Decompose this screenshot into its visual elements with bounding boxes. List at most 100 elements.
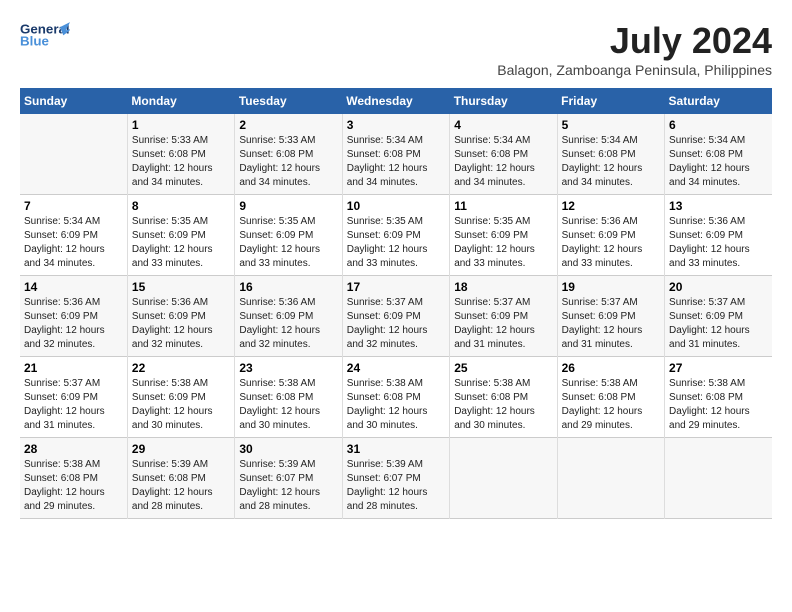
logo: General Blue: [20, 20, 70, 50]
location: Balagon, Zamboanga Peninsula, Philippine…: [497, 62, 772, 78]
day-number: 22: [132, 361, 230, 375]
calendar-week-row: 7 Sunrise: 5:34 AM Sunset: 6:09 PM Daylig…: [20, 195, 772, 276]
cell-info: Sunrise: 5:38 AM Sunset: 6:09 PM Dayligh…: [132, 377, 230, 433]
calendar-cell: 7 Sunrise: 5:34 AM Sunset: 6:09 PM Daylig…: [20, 195, 127, 276]
cell-info: Sunrise: 5:37 AM Sunset: 6:09 PM Dayligh…: [669, 296, 768, 352]
cell-info: Sunrise: 5:34 AM Sunset: 6:08 PM Dayligh…: [454, 134, 552, 190]
calendar-cell: 10 Sunrise: 5:35 AM Sunset: 6:09 PM Dayli…: [342, 195, 449, 276]
calendar-cell: [557, 438, 664, 519]
calendar-cell: 8 Sunrise: 5:35 AM Sunset: 6:09 PM Daylig…: [127, 195, 234, 276]
calendar-cell: 29 Sunrise: 5:39 AM Sunset: 6:08 PM Dayli…: [127, 438, 234, 519]
calendar-day-header: Friday: [557, 88, 664, 114]
cell-info: Sunrise: 5:35 AM Sunset: 6:09 PM Dayligh…: [132, 215, 230, 271]
calendar-cell: 19 Sunrise: 5:37 AM Sunset: 6:09 PM Dayli…: [557, 276, 664, 357]
day-number: 30: [239, 442, 337, 456]
svg-text:Blue: Blue: [20, 33, 49, 48]
page-header: General Blue July 2024 Balagon, Zamboang…: [20, 20, 772, 78]
calendar-body: 1 Sunrise: 5:33 AM Sunset: 6:08 PM Daylig…: [20, 114, 772, 519]
day-number: 21: [24, 361, 123, 375]
day-number: 13: [669, 199, 768, 213]
calendar-header-row: SundayMondayTuesdayWednesdayThursdayFrid…: [20, 88, 772, 114]
cell-info: Sunrise: 5:36 AM Sunset: 6:09 PM Dayligh…: [24, 296, 123, 352]
calendar-cell: 27Sunrise: 5:38 AM Sunset: 6:08 PM Dayli…: [665, 357, 772, 438]
calendar-cell: 21 Sunrise: 5:37 AM Sunset: 6:09 PM Dayli…: [20, 357, 127, 438]
day-number: 20: [669, 280, 768, 294]
day-number: 7: [24, 199, 123, 213]
calendar-cell: 28 Sunrise: 5:38 AM Sunset: 6:08 PM Dayli…: [20, 438, 127, 519]
calendar-cell: 17 Sunrise: 5:37 AM Sunset: 6:09 PM Dayli…: [342, 276, 449, 357]
day-number: 6: [669, 118, 768, 132]
calendar-cell: 13 Sunrise: 5:36 AM Sunset: 6:09 PM Dayli…: [665, 195, 772, 276]
calendar-table: SundayMondayTuesdayWednesdayThursdayFrid…: [20, 88, 772, 519]
cell-info: Sunrise: 5:34 AM Sunset: 6:08 PM Dayligh…: [669, 134, 768, 190]
cell-info: Sunrise: 5:37 AM Sunset: 6:09 PM Dayligh…: [24, 377, 123, 433]
cell-info: Sunrise: 5:33 AM Sunset: 6:08 PM Dayligh…: [239, 134, 337, 190]
cell-info: Sunrise: 5:34 AM Sunset: 6:09 PM Dayligh…: [24, 215, 123, 271]
day-number: 9: [239, 199, 337, 213]
cell-info: Sunrise: 5:35 AM Sunset: 6:09 PM Dayligh…: [347, 215, 445, 271]
calendar-cell: 2Sunrise: 5:33 AM Sunset: 6:08 PM Daylig…: [235, 114, 342, 195]
cell-info: Sunrise: 5:38 AM Sunset: 6:08 PM Dayligh…: [239, 377, 337, 433]
day-number: 29: [132, 442, 230, 456]
day-number: 11: [454, 199, 552, 213]
day-number: 17: [347, 280, 445, 294]
day-number: 24: [347, 361, 445, 375]
day-number: 5: [562, 118, 660, 132]
calendar-cell: 15Sunrise: 5:36 AM Sunset: 6:09 PM Dayli…: [127, 276, 234, 357]
cell-info: Sunrise: 5:38 AM Sunset: 6:08 PM Dayligh…: [454, 377, 552, 433]
calendar-cell: 31 Sunrise: 5:39 AM Sunset: 6:07 PM Dayli…: [342, 438, 449, 519]
calendar-day-header: Monday: [127, 88, 234, 114]
day-number: 26: [562, 361, 660, 375]
calendar-day-header: Saturday: [665, 88, 772, 114]
month-year: July 2024: [497, 20, 772, 62]
calendar-cell: 11 Sunrise: 5:35 AM Sunset: 6:09 PM Dayli…: [450, 195, 557, 276]
logo-icon: General Blue: [20, 20, 70, 50]
cell-info: Sunrise: 5:38 AM Sunset: 6:08 PM Dayligh…: [24, 458, 123, 514]
calendar-cell: 22 Sunrise: 5:38 AM Sunset: 6:09 PM Dayli…: [127, 357, 234, 438]
cell-info: Sunrise: 5:38 AM Sunset: 6:08 PM Dayligh…: [347, 377, 445, 433]
cell-info: Sunrise: 5:36 AM Sunset: 6:09 PM Dayligh…: [669, 215, 768, 271]
calendar-cell: 25 Sunrise: 5:38 AM Sunset: 6:08 PM Dayli…: [450, 357, 557, 438]
day-number: 3: [347, 118, 445, 132]
day-number: 28: [24, 442, 123, 456]
calendar-cell: [665, 438, 772, 519]
cell-info: Sunrise: 5:36 AM Sunset: 6:09 PM Dayligh…: [239, 296, 337, 352]
day-number: 23: [239, 361, 337, 375]
title-block: July 2024 Balagon, Zamboanga Peninsula, …: [497, 20, 772, 78]
day-number: 1: [132, 118, 230, 132]
calendar-day-header: Sunday: [20, 88, 127, 114]
cell-info: Sunrise: 5:37 AM Sunset: 6:09 PM Dayligh…: [454, 296, 552, 352]
day-number: 19: [562, 280, 660, 294]
calendar-cell: 20 Sunrise: 5:37 AM Sunset: 6:09 PM Dayli…: [665, 276, 772, 357]
calendar-day-header: Tuesday: [235, 88, 342, 114]
calendar-cell: 12Sunrise: 5:36 AM Sunset: 6:09 PM Dayli…: [557, 195, 664, 276]
day-number: 18: [454, 280, 552, 294]
day-number: 31: [347, 442, 445, 456]
calendar-cell: 6 Sunrise: 5:34 AM Sunset: 6:08 PM Daylig…: [665, 114, 772, 195]
day-number: 25: [454, 361, 552, 375]
cell-info: Sunrise: 5:36 AM Sunset: 6:09 PM Dayligh…: [562, 215, 660, 271]
calendar-cell: 16 Sunrise: 5:36 AM Sunset: 6:09 PM Dayli…: [235, 276, 342, 357]
calendar-cell: 9 Sunrise: 5:35 AM Sunset: 6:09 PM Daylig…: [235, 195, 342, 276]
day-number: 15: [132, 280, 230, 294]
day-number: 4: [454, 118, 552, 132]
day-number: 14: [24, 280, 123, 294]
calendar-day-header: Wednesday: [342, 88, 449, 114]
cell-info: Sunrise: 5:37 AM Sunset: 6:09 PM Dayligh…: [347, 296, 445, 352]
cell-info: Sunrise: 5:35 AM Sunset: 6:09 PM Dayligh…: [239, 215, 337, 271]
calendar-cell: 24 Sunrise: 5:38 AM Sunset: 6:08 PM Dayli…: [342, 357, 449, 438]
calendar-cell: 3Sunrise: 5:34 AM Sunset: 6:08 PM Daylig…: [342, 114, 449, 195]
calendar-cell: 1Sunrise: 5:33 AM Sunset: 6:08 PM Daylig…: [127, 114, 234, 195]
day-number: 8: [132, 199, 230, 213]
cell-info: Sunrise: 5:35 AM Sunset: 6:09 PM Dayligh…: [454, 215, 552, 271]
cell-info: Sunrise: 5:39 AM Sunset: 6:07 PM Dayligh…: [239, 458, 337, 514]
calendar-cell: [450, 438, 557, 519]
calendar-week-row: 1 Sunrise: 5:33 AM Sunset: 6:08 PM Daylig…: [20, 114, 772, 195]
cell-info: Sunrise: 5:39 AM Sunset: 6:08 PM Dayligh…: [132, 458, 230, 514]
cell-info: Sunrise: 5:39 AM Sunset: 6:07 PM Dayligh…: [347, 458, 445, 514]
day-number: 27: [669, 361, 768, 375]
cell-info: Sunrise: 5:37 AM Sunset: 6:09 PM Dayligh…: [562, 296, 660, 352]
day-number: 16: [239, 280, 337, 294]
day-number: 10: [347, 199, 445, 213]
calendar-cell: 14 Sunrise: 5:36 AM Sunset: 6:09 PM Dayli…: [20, 276, 127, 357]
